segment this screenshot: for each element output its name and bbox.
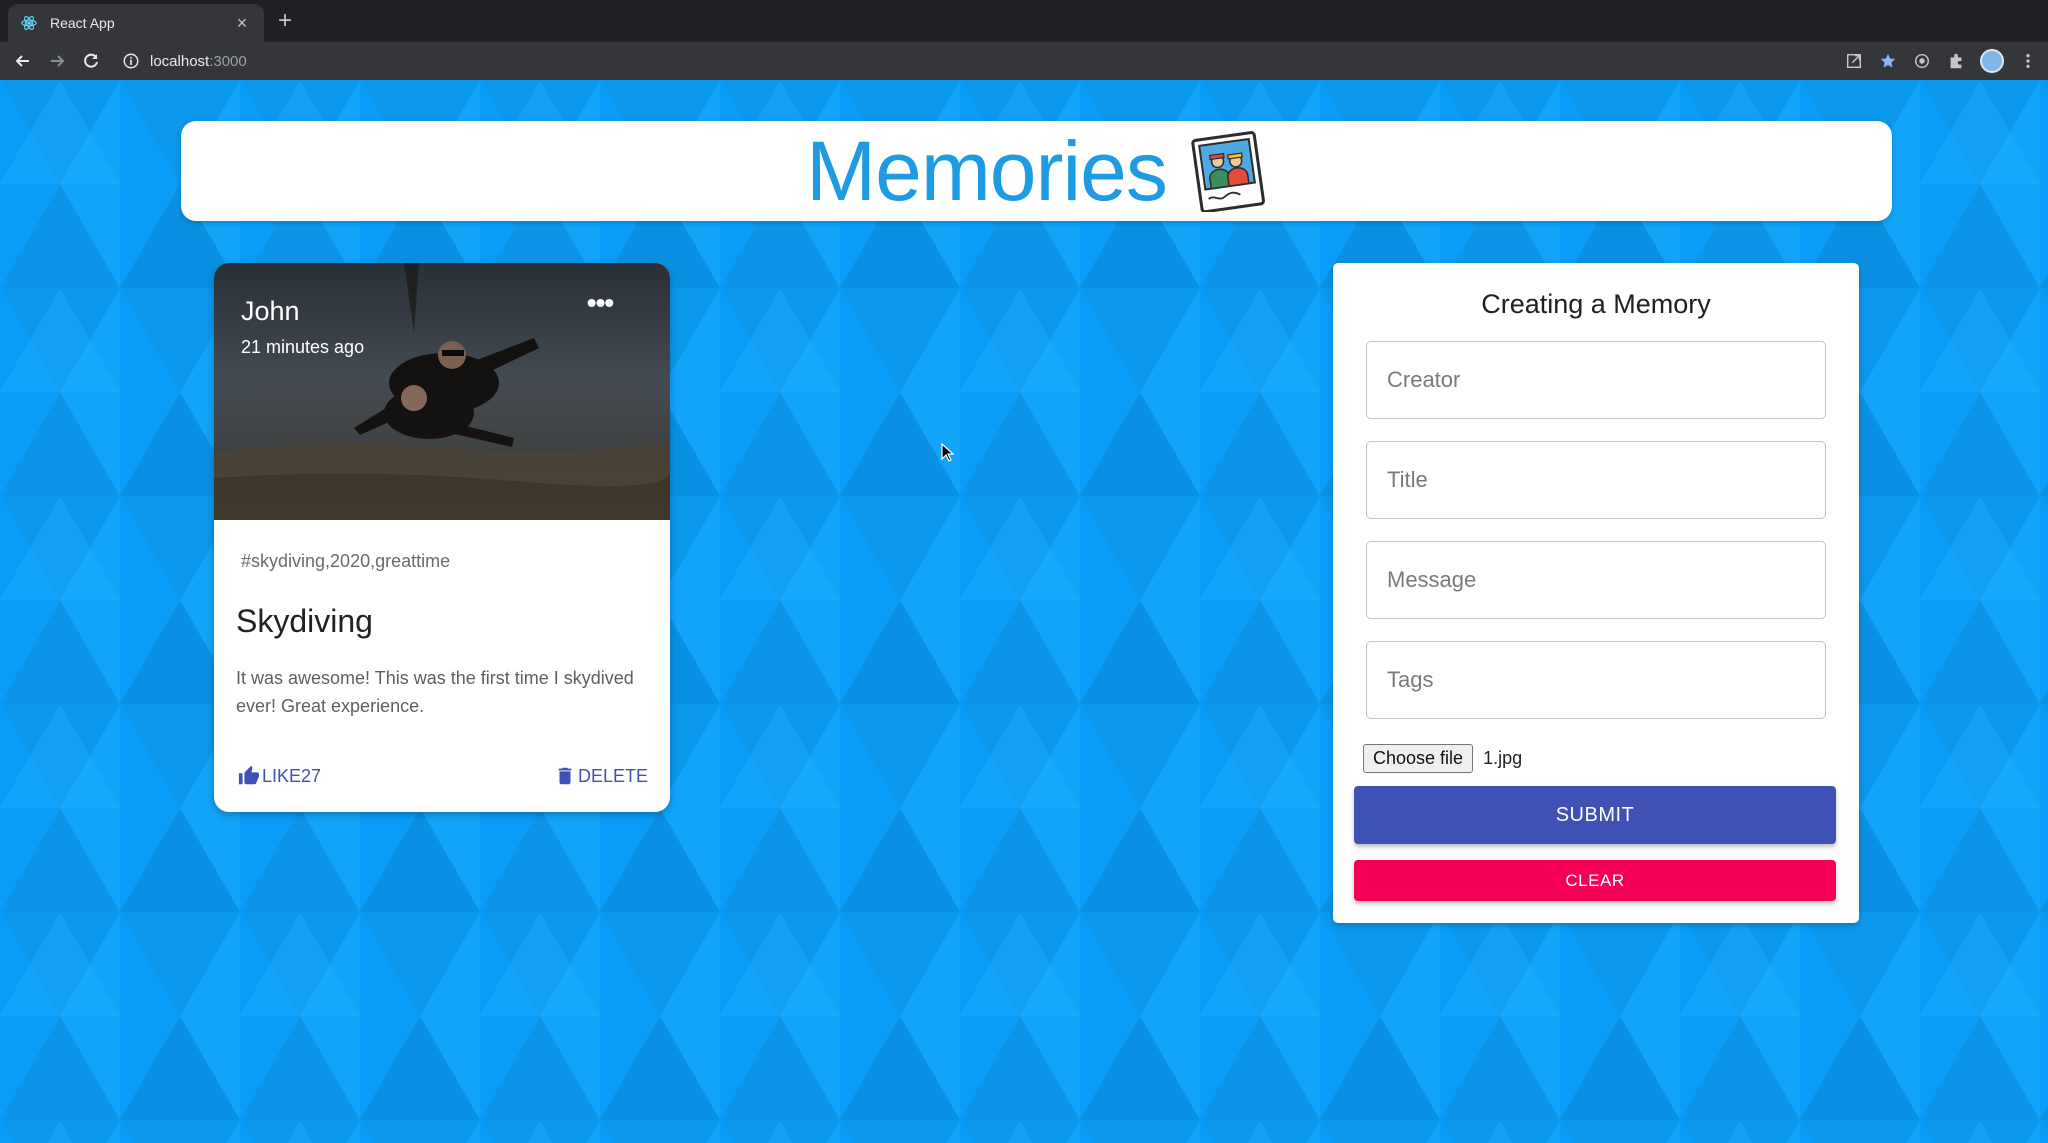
form-title: Creating a Memory xyxy=(1481,289,1711,319)
file-input: Choose file 1.jpg xyxy=(1363,744,1522,773)
selected-file-name: 1.jpg xyxy=(1483,748,1523,768)
forward-arrow-icon[interactable] xyxy=(40,44,74,78)
message-placeholder: Message xyxy=(1387,567,1477,592)
title-field[interactable]: Title xyxy=(1366,441,1826,519)
message-field[interactable]: Message xyxy=(1366,541,1826,619)
back-arrow-icon[interactable] xyxy=(6,44,40,78)
memory-post-card: John 21 minutes ago ••• #skydiving,2020,… xyxy=(214,263,670,812)
page-viewport: Memories John 21 minutes ago ••• #skydiv… xyxy=(0,80,2048,1143)
react-icon xyxy=(20,14,38,32)
like-label: LIKE27 xyxy=(262,765,322,786)
post-title: Skydiving xyxy=(236,603,373,639)
open-in-new-window-icon[interactable] xyxy=(1844,51,1864,71)
extension-icon[interactable] xyxy=(1912,51,1932,71)
creator-field[interactable]: Creator xyxy=(1366,341,1826,419)
create-memory-form: Creating a Memory Creator Title Message … xyxy=(1333,263,1859,923)
mouse-pointer-icon xyxy=(941,443,955,462)
reload-icon[interactable] xyxy=(74,44,108,78)
profile-avatar-icon[interactable] xyxy=(1980,49,2004,73)
clear-button[interactable]: CLEAR xyxy=(1354,860,1836,901)
tags-field[interactable]: Tags xyxy=(1366,641,1826,719)
post-timestamp: 21 minutes ago xyxy=(241,337,365,357)
title-placeholder: Title xyxy=(1387,467,1428,492)
browser-tab-strip: React App × + xyxy=(0,0,2048,42)
submit-button[interactable]: SUBMIT xyxy=(1354,786,1836,844)
app-header-bar: Memories xyxy=(181,121,1892,221)
url-port: :3000 xyxy=(209,52,247,70)
toolbar-actions xyxy=(1844,42,2038,80)
post-actions: LIKE27 DELETE xyxy=(238,765,648,795)
more-horiz-icon[interactable]: ••• xyxy=(582,289,618,321)
trash-icon xyxy=(558,767,572,785)
delete-label: DELETE xyxy=(577,765,648,786)
address-bar[interactable]: localhost:3000 xyxy=(122,46,247,76)
info-icon[interactable] xyxy=(122,52,140,70)
like-button[interactable]: LIKE27 xyxy=(238,765,321,787)
menu-kebab-icon[interactable] xyxy=(2018,51,2038,71)
creator-placeholder: Creator xyxy=(1387,367,1461,392)
delete-button[interactable]: DELETE xyxy=(554,765,648,787)
puzzle-icon[interactable] xyxy=(1946,51,1966,71)
thumb-up-icon xyxy=(238,765,260,785)
browser-tab[interactable]: React App × xyxy=(8,4,264,42)
url-host: localhost xyxy=(150,52,210,70)
memories-photo-logo-icon xyxy=(1191,131,1265,212)
post-tags: #skydiving,2020,greattime xyxy=(241,551,451,571)
tags-placeholder: Tags xyxy=(1387,667,1434,692)
choose-file-button[interactable]: Choose file xyxy=(1363,744,1474,773)
tab-title: React App xyxy=(50,15,115,31)
bookmark-star-icon[interactable] xyxy=(1878,51,1898,71)
post-creator: John xyxy=(241,296,300,326)
browser-toolbar: localhost:3000 xyxy=(0,42,2048,80)
app-heading: Memories xyxy=(806,123,1168,218)
close-tab-icon[interactable]: × xyxy=(232,13,252,34)
new-tab-button[interactable]: + xyxy=(278,8,292,34)
post-message: It was awesome! This was the first time … xyxy=(236,668,634,716)
